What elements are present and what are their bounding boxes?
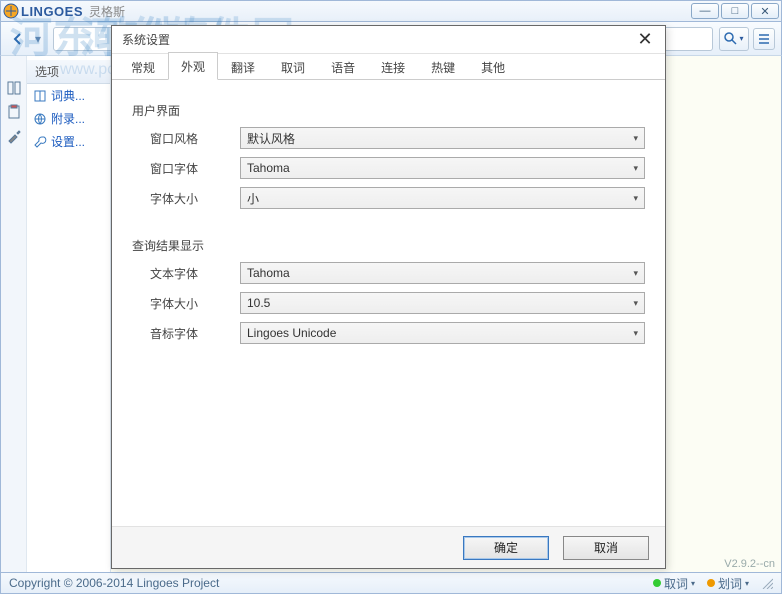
select-window-fontsize[interactable]: 小▾ <box>240 187 645 209</box>
field-label: 字体大小 <box>150 190 240 207</box>
sidebar-item-dictionary[interactable]: 词典... <box>27 84 110 107</box>
field-text-fontsize: 字体大小 10.5▾ <box>150 292 645 314</box>
sidebar-item-settings[interactable]: 设置... <box>27 130 110 153</box>
window-maximize-button[interactable]: □ <box>721 3 749 19</box>
menu-icon <box>758 33 770 45</box>
wrench-icon <box>33 135 47 149</box>
status-stroke-label: 划词 <box>718 575 742 592</box>
copyright-text: Copyright © 2006-2014 Lingoes Project <box>9 576 219 590</box>
tools-icon[interactable] <box>6 128 22 144</box>
field-label: 文本字体 <box>150 265 240 282</box>
tab-translate[interactable]: 翻译 <box>218 53 268 80</box>
dialog-tabs: 常规 外观 翻译 取词 语音 连接 热键 其他 <box>112 54 665 80</box>
field-label: 窗口字体 <box>150 160 240 177</box>
app-brand: LINGOES <box>21 4 83 19</box>
sidebar-item-label: 附录... <box>51 110 85 127</box>
status-dot-orange-icon <box>707 579 715 587</box>
settings-dialog: 系统设置 ✕ 常规 外观 翻译 取词 语音 连接 热键 其他 用户界面 窗口风格… <box>111 25 666 569</box>
status-pick-word[interactable]: 取词 ▾ <box>653 575 695 592</box>
select-window-style[interactable]: 默认风格▾ <box>240 127 645 149</box>
select-window-font[interactable]: Tahoma▾ <box>240 157 645 179</box>
search-button[interactable]: ▾ <box>719 27 749 51</box>
tab-other[interactable]: 其他 <box>468 53 518 80</box>
statusbar: Copyright © 2006-2014 Lingoes Project 取词… <box>0 572 782 594</box>
version-label: V2.9.2--cn <box>724 558 775 570</box>
status-stroke-word[interactable]: 划词 ▾ <box>707 575 749 592</box>
group-ui-title: 用户界面 <box>132 102 645 119</box>
chevron-down-icon: ▾ <box>633 268 638 279</box>
cancel-button[interactable]: 取消 <box>563 536 649 560</box>
globe-icon <box>33 112 47 126</box>
app-brand-cn: 灵格斯 <box>89 3 125 20</box>
tab-hotkey[interactable]: 热键 <box>418 53 468 80</box>
field-label: 音标字体 <box>150 325 240 342</box>
chevron-down-icon: ▾ <box>633 328 638 339</box>
chevron-down-icon: ▾ <box>633 298 638 309</box>
status-pick-label: 取词 <box>664 575 688 592</box>
nav-back-icon[interactable] <box>7 28 29 50</box>
group-result-title: 查询结果显示 <box>132 237 645 254</box>
nav-back-dropdown-icon[interactable]: ▾ <box>33 28 43 50</box>
field-window-font: 窗口字体 Tahoma▾ <box>150 157 645 179</box>
chevron-down-icon: ▾ <box>633 163 638 174</box>
dictionary-icon <box>33 89 47 103</box>
search-icon <box>724 32 737 45</box>
field-text-font: 文本字体 Tahoma▾ <box>150 262 645 284</box>
tab-voice[interactable]: 语音 <box>318 53 368 80</box>
dialog-body: 用户界面 窗口风格 默认风格▾ 窗口字体 Tahoma▾ 字体大小 小▾ 查询结… <box>112 80 665 526</box>
window-close-button[interactable]: ✕ <box>751 3 779 19</box>
dialog-titlebar: 系统设置 ✕ <box>112 26 665 54</box>
field-window-style: 窗口风格 默认风格▾ <box>150 127 645 149</box>
titlebar: LINGOES 灵格斯 — □ ✕ <box>0 0 782 22</box>
field-phonetic-font: 音标字体 Lingoes Unicode▾ <box>150 322 645 344</box>
clipboard-icon[interactable] <box>6 104 22 120</box>
chevron-down-icon: ▾ <box>633 193 638 204</box>
sidebar: 选项 词典... 附录... 设置... <box>1 56 111 572</box>
sidebar-item-appendix[interactable]: 附录... <box>27 107 110 130</box>
sidebar-header: 选项 <box>27 60 110 84</box>
ok-button[interactable]: 确定 <box>463 536 549 560</box>
tab-capture[interactable]: 取词 <box>268 53 318 80</box>
status-dot-green-icon <box>653 579 661 587</box>
app-logo: LINGOES 灵格斯 <box>3 3 125 20</box>
field-label: 字体大小 <box>150 295 240 312</box>
dialog-title: 系统设置 <box>122 31 170 48</box>
window-minimize-button[interactable]: — <box>691 3 719 19</box>
chevron-down-icon: ▾ <box>633 133 638 144</box>
resize-grip-icon[interactable] <box>761 577 773 589</box>
options-button[interactable] <box>753 28 775 50</box>
field-label: 窗口风格 <box>150 130 240 147</box>
tab-connection[interactable]: 连接 <box>368 53 418 80</box>
app-icon <box>3 3 19 19</box>
tab-general[interactable]: 常规 <box>118 53 168 80</box>
book-icon[interactable] <box>6 80 22 96</box>
dialog-footer: 确定 取消 <box>112 526 665 568</box>
tab-appearance[interactable]: 外观 <box>168 52 218 80</box>
dialog-close-button[interactable]: ✕ <box>635 29 655 50</box>
sidebar-item-label: 词典... <box>51 87 85 104</box>
select-text-font[interactable]: Tahoma▾ <box>240 262 645 284</box>
sidebar-item-label: 设置... <box>51 133 85 150</box>
select-text-fontsize[interactable]: 10.5▾ <box>240 292 645 314</box>
select-phonetic-font[interactable]: Lingoes Unicode▾ <box>240 322 645 344</box>
field-window-fontsize: 字体大小 小▾ <box>150 187 645 209</box>
